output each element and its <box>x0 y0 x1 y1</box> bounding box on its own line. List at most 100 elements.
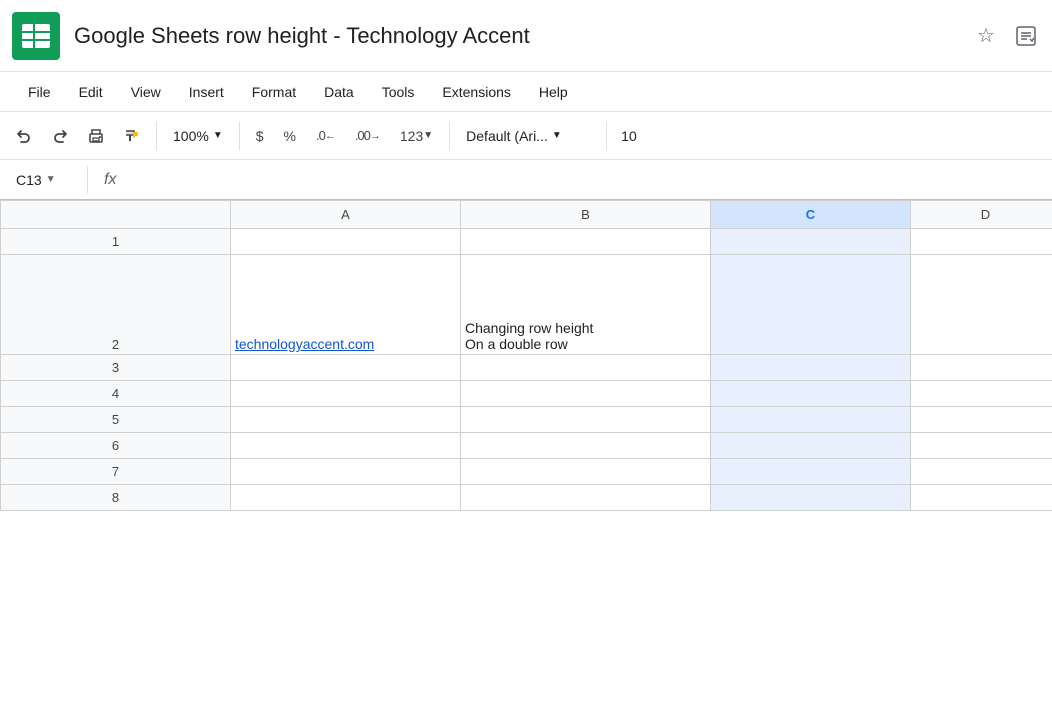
menu-extensions[interactable]: Extensions <box>430 76 522 108</box>
drive-icon[interactable] <box>1012 22 1040 50</box>
separator-3 <box>449 122 450 150</box>
menu-data[interactable]: Data <box>312 76 366 108</box>
redo-button[interactable] <box>44 120 76 152</box>
cell-B2-line2: On a double row <box>465 336 706 352</box>
separator-1 <box>156 122 157 150</box>
zoom-selector[interactable]: 100% ▼ <box>165 120 231 152</box>
col-header-D[interactable]: D <box>911 201 1052 229</box>
undo-button[interactable] <box>8 120 40 152</box>
zoom-value: 100% <box>173 128 209 144</box>
title-icons: ☆ <box>972 22 1040 50</box>
grid-table: A B C D 1 2 technologyaccent.com <box>0 200 1052 511</box>
row-header-8[interactable]: 8 <box>1 485 231 511</box>
formula-icon: fx <box>104 171 116 189</box>
table-row: 3 <box>1 355 1052 381</box>
cell-ref-dropdown[interactable]: ▼ <box>46 174 56 185</box>
spreadsheet-grid: A B C D 1 2 technologyaccent.com <box>0 200 1052 511</box>
cell-C7[interactable] <box>711 459 911 485</box>
row-header-4[interactable]: 4 <box>1 381 231 407</box>
font-name: Default (Ari... <box>466 128 548 144</box>
cell-ref-value: C13 <box>16 172 42 188</box>
cell-B6[interactable] <box>461 433 711 459</box>
menu-insert[interactable]: Insert <box>177 76 236 108</box>
cell-D6[interactable] <box>911 433 1052 459</box>
cell-C6[interactable] <box>711 433 911 459</box>
link-technologyaccent[interactable]: technologyaccent.com <box>235 336 374 352</box>
cell-D8[interactable] <box>911 485 1052 511</box>
cell-D2[interactable] <box>911 255 1052 355</box>
row-header-6[interactable]: 6 <box>1 433 231 459</box>
cell-B4[interactable] <box>461 381 711 407</box>
separator-2 <box>239 122 240 150</box>
col-header-A[interactable]: A <box>231 201 461 229</box>
font-selector[interactable]: Default (Ari... ▼ <box>458 120 598 152</box>
menu-bar: File Edit View Insert Format Data Tools … <box>0 72 1052 112</box>
menu-view[interactable]: View <box>119 76 173 108</box>
separator-4 <box>606 122 607 150</box>
table-row: 7 <box>1 459 1052 485</box>
percent-button[interactable]: % <box>276 120 304 152</box>
cell-B7[interactable] <box>461 459 711 485</box>
cell-A3[interactable] <box>231 355 461 381</box>
table-row: 5 <box>1 407 1052 433</box>
table-row: 6 <box>1 433 1052 459</box>
menu-format[interactable]: Format <box>240 76 308 108</box>
cell-D5[interactable] <box>911 407 1052 433</box>
decimal-decrease-button[interactable]: .0 ← <box>308 120 343 152</box>
row-header-7[interactable]: 7 <box>1 459 231 485</box>
currency-button[interactable]: $ <box>248 120 272 152</box>
table-row: 8 <box>1 485 1052 511</box>
menu-file[interactable]: File <box>16 76 63 108</box>
menu-help[interactable]: Help <box>527 76 580 108</box>
cell-C3[interactable] <box>711 355 911 381</box>
table-row: 4 <box>1 381 1052 407</box>
cell-D7[interactable] <box>911 459 1052 485</box>
col-header-C[interactable]: C <box>711 201 911 229</box>
title-bar: Google Sheets row height - Technology Ac… <box>0 0 1052 72</box>
row-header-2[interactable]: 2 <box>1 255 231 355</box>
cell-D4[interactable] <box>911 381 1052 407</box>
cell-A7[interactable] <box>231 459 461 485</box>
cell-B1[interactable] <box>461 229 711 255</box>
corner-header[interactable] <box>1 201 231 229</box>
cell-A4[interactable] <box>231 381 461 407</box>
column-header-row: A B C D <box>1 201 1052 229</box>
paint-format-button[interactable] <box>116 120 148 152</box>
cell-A8[interactable] <box>231 485 461 511</box>
cell-D3[interactable] <box>911 355 1052 381</box>
cell-B2[interactable]: Changing row height On a double row <box>461 255 711 355</box>
cell-C8[interactable] <box>711 485 911 511</box>
font-size-display[interactable]: 10 <box>615 120 643 152</box>
col-header-B[interactable]: B <box>461 201 711 229</box>
formula-input[interactable] <box>132 166 1044 194</box>
print-button[interactable] <box>80 120 112 152</box>
row-header-1[interactable]: 1 <box>1 229 231 255</box>
table-row: 1 <box>1 229 1052 255</box>
cell-C2[interactable] <box>711 255 911 355</box>
menu-tools[interactable]: Tools <box>370 76 427 108</box>
font-dropdown-icon: ▼ <box>552 130 562 141</box>
cell-B5[interactable] <box>461 407 711 433</box>
cell-D1[interactable] <box>911 229 1052 255</box>
cell-A6[interactable] <box>231 433 461 459</box>
row-header-3[interactable]: 3 <box>1 355 231 381</box>
cell-A5[interactable] <box>231 407 461 433</box>
cell-A2[interactable]: technologyaccent.com <box>231 255 461 355</box>
cell-B8[interactable] <box>461 485 711 511</box>
font-size-value: 10 <box>621 128 637 144</box>
format-number-button[interactable]: 123 ▼ <box>392 120 441 152</box>
formula-bar: C13 ▼ fx <box>0 160 1052 200</box>
star-icon[interactable]: ☆ <box>972 22 1000 50</box>
cell-B2-line1: Changing row height <box>465 320 706 336</box>
cell-A1[interactable] <box>231 229 461 255</box>
cell-reference-box[interactable]: C13 ▼ <box>8 166 88 194</box>
cell-B3[interactable] <box>461 355 711 381</box>
toolbar: 100% ▼ $ % .0 ← .00 → 123 ▼ Default (Ari… <box>0 112 1052 160</box>
decimal-increase-button[interactable]: .00 → <box>347 120 388 152</box>
cell-C1[interactable] <box>711 229 911 255</box>
row-header-5[interactable]: 5 <box>1 407 231 433</box>
app-icon <box>12 12 60 60</box>
cell-C4[interactable] <box>711 381 911 407</box>
menu-edit[interactable]: Edit <box>67 76 115 108</box>
cell-C5[interactable] <box>711 407 911 433</box>
